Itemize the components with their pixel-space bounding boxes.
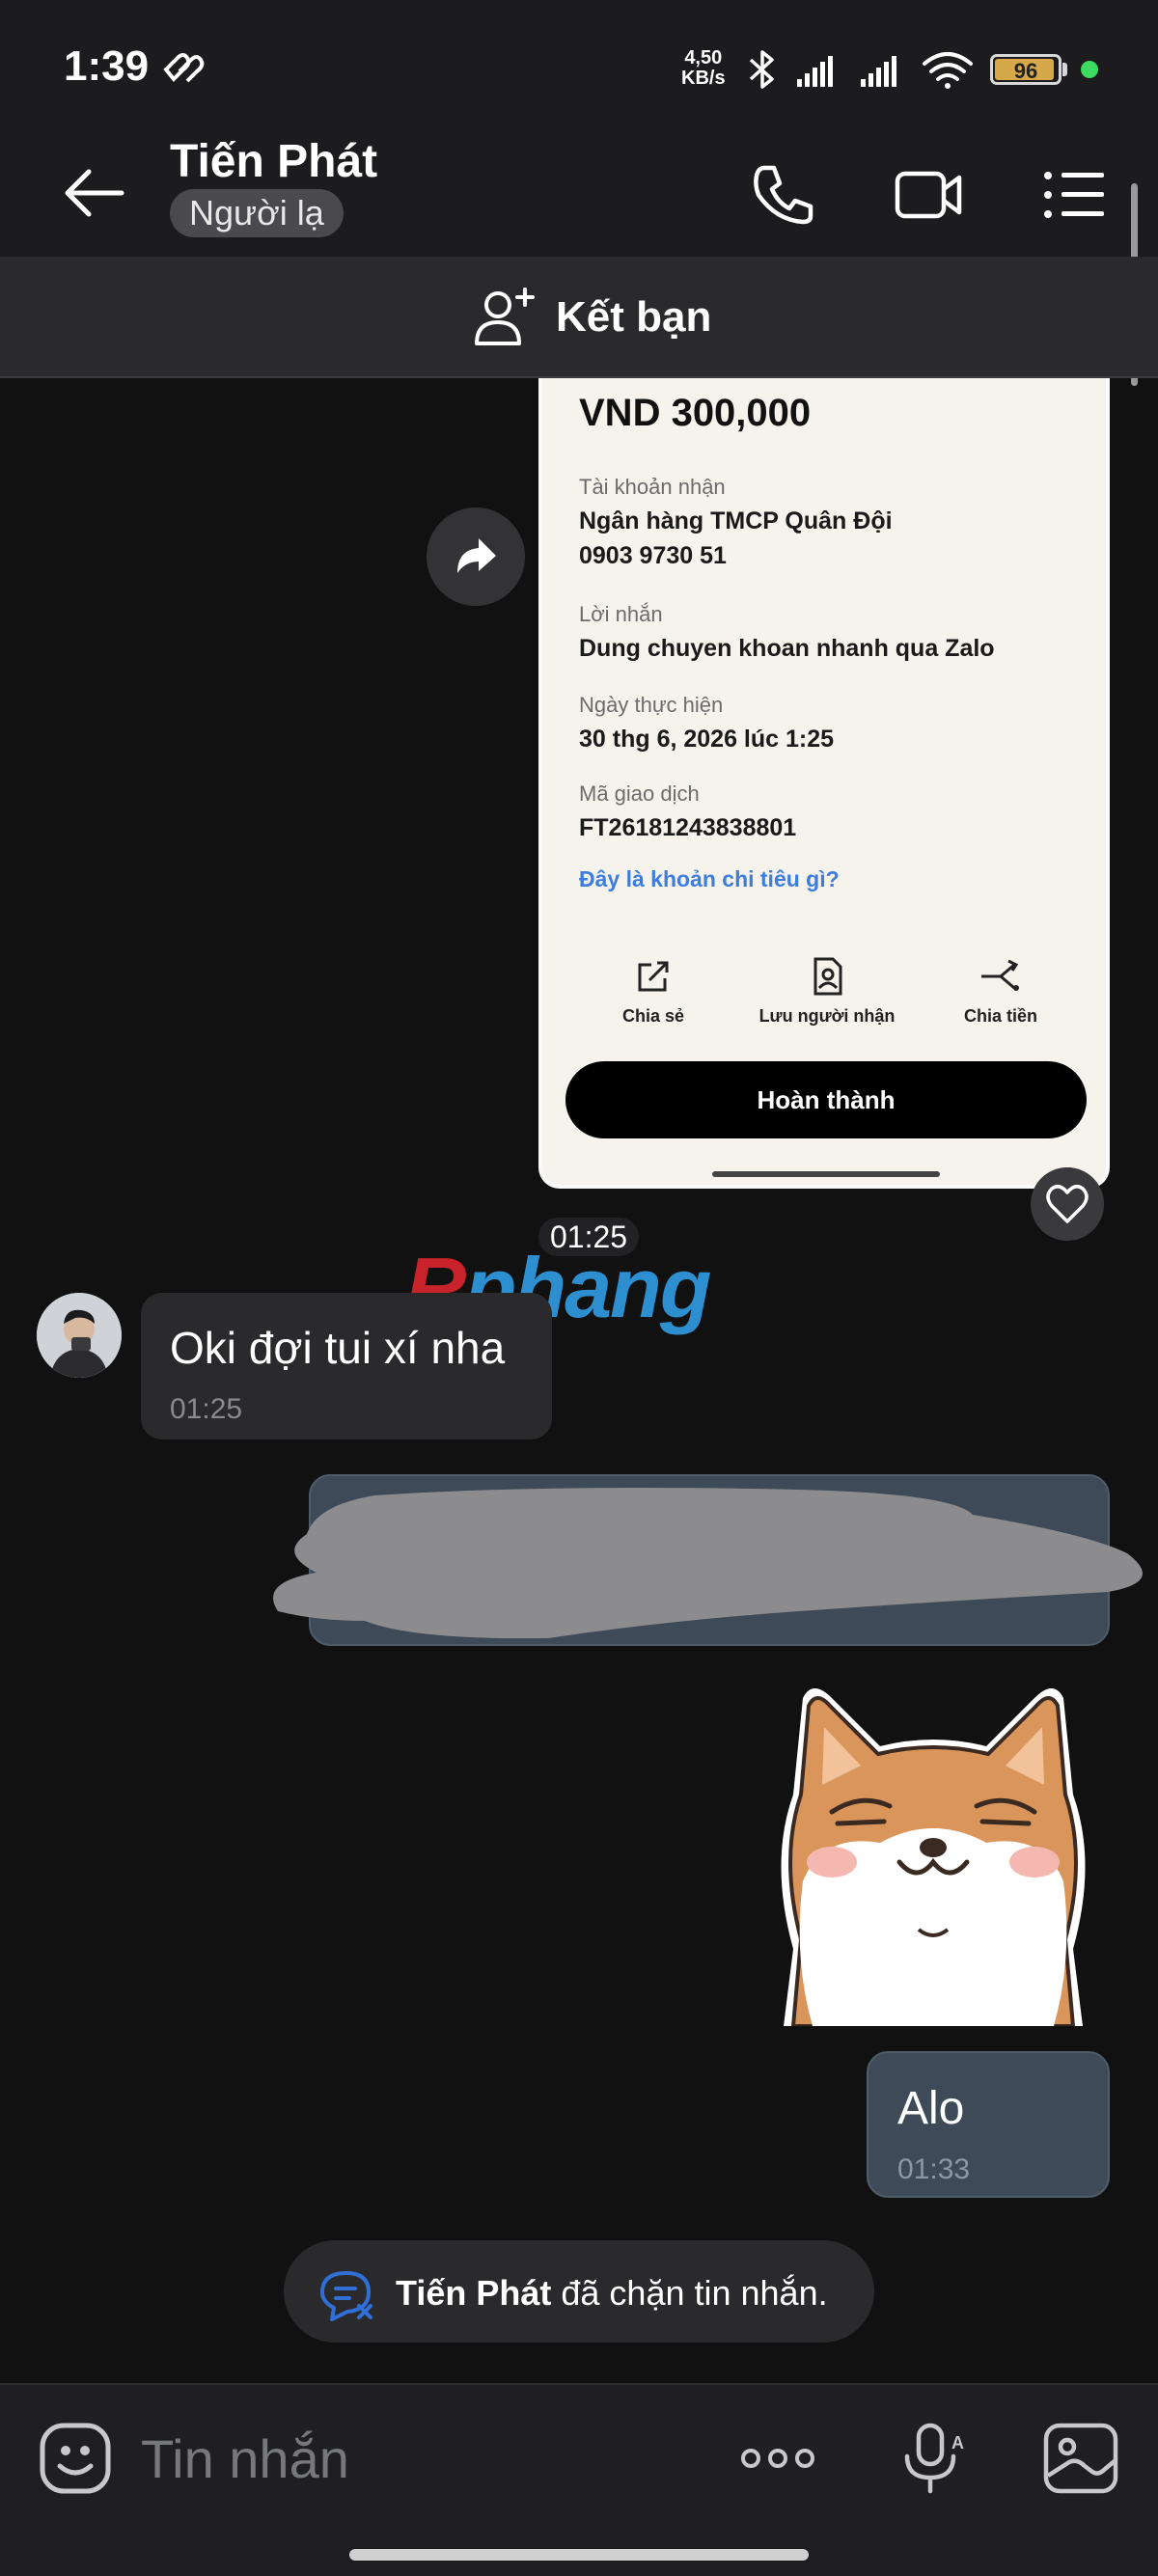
blocked-chat-icon (320, 2271, 372, 2321)
incoming-message-time: 01:25 (170, 1393, 243, 1425)
add-friend-bar[interactable]: Kết bạn (0, 257, 1158, 378)
split-money-icon (981, 959, 1019, 991)
receipt-date-value: 30 thg 6, 2026 lúc 1:25 (579, 726, 835, 753)
incoming-message-text: Oki đợi tui xí nha (170, 1323, 506, 1373)
outgoing-message-time: 01:33 (897, 2153, 971, 2185)
back-arrow-icon[interactable] (58, 159, 135, 227)
receipt-account-number: 0903 9730 51 (579, 542, 727, 569)
receipt-action-label: Chia sẻ (621, 1006, 685, 1026)
receipt-message-label: Lời nhắn (579, 602, 663, 626)
status-icons (749, 50, 973, 89)
add-friend-button[interactable]: Kết bạn (471, 284, 711, 351)
receipt-account-label: Tài khoản nhận (579, 475, 726, 499)
system-navigation-bar[interactable] (349, 2549, 809, 2561)
share-icon (638, 961, 669, 992)
receipt-amount: VND 300,000 (579, 392, 812, 434)
transfer-receipt-image[interactable]: VND 300,000 Tài khoản nhận Ngân hàng TMC… (538, 378, 1110, 1189)
blocked-notice-text: Tiến Phát đã chặn tin nhắn. (396, 2273, 828, 2314)
menu-list-icon[interactable] (1034, 158, 1112, 232)
blocked-notice: Tiến Phát đã chặn tin nhắn. (284, 2240, 874, 2343)
privacy-indicator-dot (1081, 61, 1098, 78)
receipt-txid-value: FT26181243838801 (579, 814, 797, 841)
redaction-scribble (273, 1488, 1143, 1639)
add-friend-icon (475, 288, 535, 345)
message-input-bar: Tin nhắn A (0, 2383, 1158, 2576)
more-options-icon[interactable] (737, 2420, 818, 2497)
incoming-message-bubble[interactable]: Oki đợi tui xí nha 01:25 (141, 1293, 552, 1439)
phone-call-icon[interactable] (743, 158, 820, 232)
sticker-emoji-icon[interactable] (37, 2420, 114, 2497)
receipt-home-indicator (712, 1171, 940, 1177)
blocked-notice-message: đã chặn tin nhắn. (551, 2273, 828, 2313)
network-speed: 4,50 KB/s (681, 48, 726, 89)
receipt-category-link: Đây là khoản chi tiêu gì? (579, 866, 840, 891)
save-recipient-icon (813, 957, 842, 996)
status-bar: 1:39 4,50 KB/s 96 (0, 0, 1158, 135)
receipt-bank-name: Ngân hàng TMCP Quân Đội (579, 507, 893, 534)
receipt-date-label: Ngày thực hiện (579, 693, 724, 717)
shiba-dog-sticker[interactable] (764, 1669, 1102, 2026)
chat-header: Tiến Phát Người lạ (0, 135, 1158, 257)
wifi-icon (923, 52, 973, 89)
hearts-icon (163, 53, 205, 83)
message-input[interactable]: Tin nhắn (141, 2427, 349, 2490)
contact-name[interactable]: Tiến Phát (170, 135, 377, 188)
outgoing-message-text: Alo (897, 2083, 965, 2134)
signal-2-icon (861, 56, 896, 87)
receipt-done-button: Hoàn thành (565, 1061, 1087, 1138)
status-time: 1:39 (64, 42, 150, 90)
battery-icon: 96 (990, 54, 1062, 85)
receipt-save-recipient-action: Lưu người nhận (755, 957, 899, 1027)
bluetooth-icon (749, 50, 774, 89)
receipt-txid-label: Mã giao dịch (579, 781, 700, 806)
blocked-notice-name: Tiến Phát (396, 2273, 552, 2313)
signal-1-icon (797, 56, 833, 87)
network-speed-unit: KB/s (681, 68, 726, 89)
receipt-action-label: Lưu người nhận (758, 1006, 896, 1026)
receipt-split-action: Chia tiền (928, 957, 1073, 1027)
receipt-message-value: Dung chuyen khoan nhanh qua Zalo (579, 635, 995, 662)
network-speed-value: 4,50 (684, 47, 723, 69)
voice-microphone-icon[interactable]: A (892, 2420, 973, 2497)
heart-reaction-icon[interactable] (1031, 1167, 1104, 1241)
image-gallery-icon[interactable] (1040, 2420, 1121, 2497)
receipt-action-label: Chia tiền (963, 1006, 1037, 1026)
add-friend-label: Kết bạn (556, 293, 712, 341)
stranger-badge: Người lạ (170, 189, 344, 237)
battery-level: 96 (1013, 59, 1038, 83)
contact-avatar[interactable] (37, 1293, 122, 1378)
video-call-icon[interactable] (890, 158, 967, 232)
battery-tip (1062, 63, 1067, 76)
svg-text:A: A (951, 2433, 964, 2453)
forward-share-icon[interactable] (427, 507, 525, 606)
receipt-share-action: Chia sẻ (581, 957, 726, 1027)
outgoing-message-bubble[interactable]: Alo 01:33 (867, 2051, 1110, 2198)
avatar-photo (37, 1293, 122, 1378)
